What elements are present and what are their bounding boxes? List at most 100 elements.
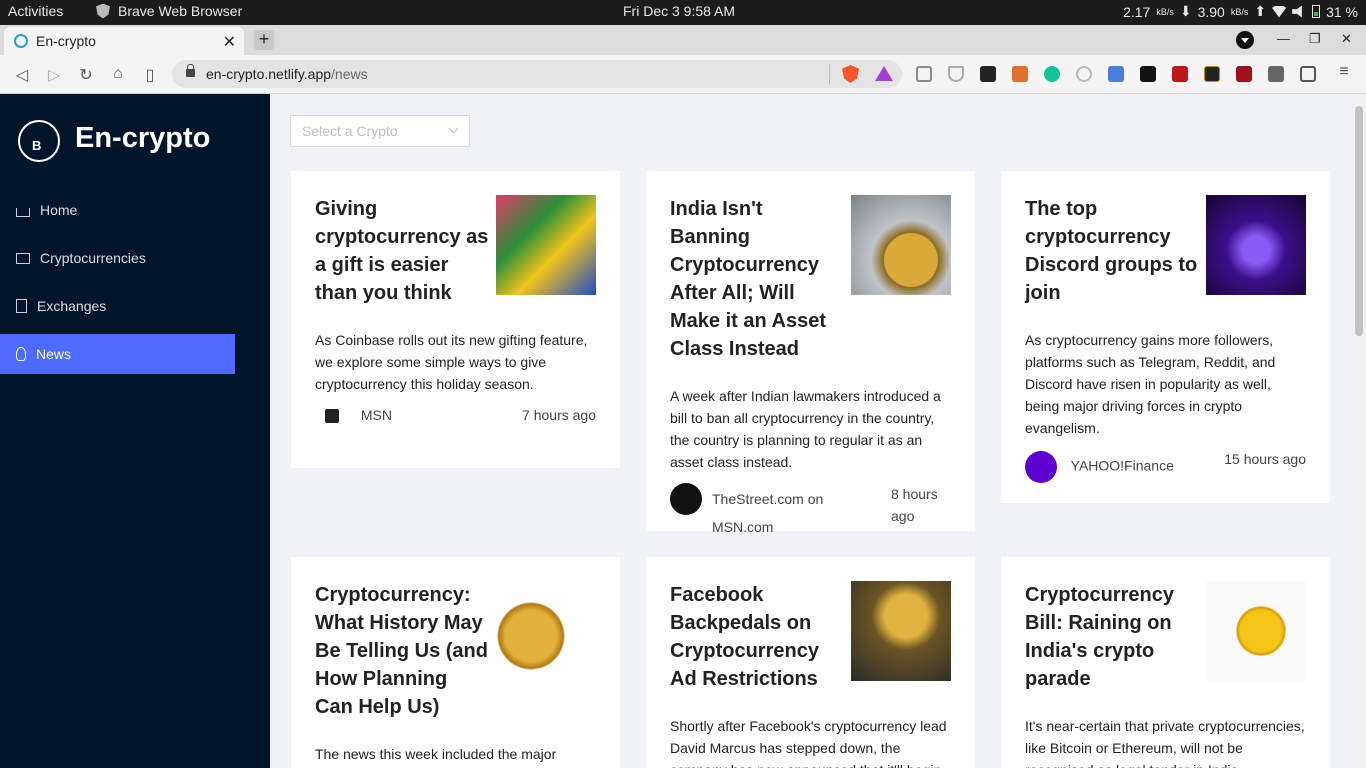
sidebar-item-home[interactable]: Home bbox=[0, 190, 235, 230]
bookmark-icon[interactable]: ▯ bbox=[141, 65, 159, 85]
news-title[interactable]: Cryptocurrency Bill: Raining on India's … bbox=[1025, 581, 1200, 693]
net-up-value: 3.90 bbox=[1197, 3, 1225, 20]
sidebar-item-label: News bbox=[36, 346, 72, 362]
sidebar-item-exchanges[interactable]: Exchanges bbox=[0, 286, 235, 326]
news-description: Shortly after Facebook's cryptocurrency … bbox=[670, 718, 947, 768]
sidebar-item-label: Cryptocurrencies bbox=[40, 250, 146, 266]
tab-title: En-crypto bbox=[36, 33, 96, 49]
extension-red-icon[interactable] bbox=[1172, 66, 1188, 82]
translate-icon[interactable] bbox=[1108, 66, 1124, 82]
url-path: /news bbox=[331, 66, 368, 82]
news-thumbnail bbox=[496, 581, 596, 681]
extension-shield-icon[interactable] bbox=[948, 66, 964, 82]
extension-timer-icon[interactable] bbox=[1076, 66, 1092, 82]
restore-icon[interactable]: ❐ bbox=[1309, 31, 1321, 47]
minimize-icon[interactable]: — bbox=[1277, 31, 1290, 46]
thestreet-logo-icon bbox=[670, 483, 702, 515]
news-thumbnail bbox=[1206, 195, 1306, 295]
url-text[interactable]: en-crypto.netlify.app/news bbox=[206, 66, 368, 82]
sidebar-item-news[interactable]: News bbox=[0, 334, 235, 374]
news-card[interactable]: Cryptocurrency: What History May Be Tell… bbox=[291, 557, 620, 768]
extension-gnu-icon[interactable] bbox=[980, 66, 996, 82]
net-down-unit: kB/s bbox=[1156, 6, 1174, 17]
clock[interactable]: Fri Dec 3 9:58 AM bbox=[623, 3, 735, 19]
lighthouse-icon[interactable] bbox=[1204, 66, 1220, 82]
react-favicon-icon bbox=[14, 34, 28, 48]
extension-1-icon[interactable] bbox=[916, 66, 932, 82]
tab-strip: En-crypto ✕ + — ❐ ✕ bbox=[0, 25, 1366, 55]
brand-logo[interactable]: En-crypto bbox=[18, 120, 210, 162]
menu-icon[interactable]: ≡ bbox=[1335, 63, 1353, 81]
net-down-value: 2.17 bbox=[1123, 3, 1151, 20]
news-card[interactable]: Cryptocurrency Bill: Raining on India's … bbox=[1001, 557, 1330, 768]
crypto-select[interactable]: Select a Crypto bbox=[290, 115, 470, 147]
brave-rewards-icon[interactable] bbox=[875, 66, 893, 81]
sidebar-menu: Home Cryptocurrencies Exchanges News bbox=[0, 190, 235, 382]
news-description: As Coinbase rolls out its new gifting fe… bbox=[315, 332, 588, 392]
extension-palette-icon[interactable] bbox=[1012, 66, 1028, 82]
news-card[interactable]: Facebook Backpedals on Cryptocurrency Ad… bbox=[646, 557, 975, 768]
scrollbar-thumb[interactable] bbox=[1355, 106, 1363, 336]
news-card[interactable]: India Isn't Banning Cryptocurrency After… bbox=[646, 171, 975, 535]
wifi-icon bbox=[1272, 5, 1287, 18]
news-thumbnail bbox=[1206, 581, 1306, 681]
url-separator bbox=[829, 64, 830, 84]
url-host: en-crypto.netlify.app bbox=[206, 66, 332, 82]
extension-tampermonkey-icon[interactable] bbox=[1140, 66, 1156, 82]
news-footer: YAHOO!Finance 15 hours ago bbox=[1025, 451, 1306, 483]
news-title[interactable]: Cryptocurrency: What History May Be Tell… bbox=[315, 581, 490, 721]
back-icon[interactable]: ◁ bbox=[13, 65, 31, 85]
news-title[interactable]: Giving cryptocurrency as a gift is easie… bbox=[315, 195, 490, 307]
news-card[interactable]: Giving cryptocurrency as a gift is easie… bbox=[291, 171, 620, 468]
battery-icon bbox=[1312, 5, 1321, 18]
lock-icon[interactable] bbox=[186, 64, 195, 77]
bulb-icon bbox=[16, 347, 26, 361]
forward-icon[interactable]: ▷ bbox=[45, 65, 63, 85]
news-provider: YAHOO!Finance bbox=[1070, 457, 1174, 474]
os-top-bar: Activities Brave Web Browser Fri Dec 3 9… bbox=[0, 0, 1366, 25]
news-footer: MSN 7 hours ago bbox=[315, 407, 596, 424]
address-bar[interactable]: en-crypto.netlify.app/news bbox=[172, 60, 902, 88]
brave-icon bbox=[96, 3, 110, 19]
news-provider: TheStreet.com on MSN.com bbox=[712, 491, 824, 535]
close-tab-icon[interactable]: ✕ bbox=[223, 32, 236, 52]
news-page: Select a Crypto Giving cryptocurrency as… bbox=[270, 94, 1352, 768]
news-description: The news this week included the major bbox=[315, 746, 557, 762]
tab-search-icon[interactable] bbox=[1236, 31, 1254, 49]
fund-icon bbox=[16, 252, 30, 264]
news-description: It's near-certain that private cryptocur… bbox=[1025, 718, 1305, 768]
reload-icon[interactable]: ↻ bbox=[77, 65, 95, 85]
extensions-puzzle-icon[interactable] bbox=[1268, 66, 1284, 82]
crypto-logo-icon bbox=[18, 120, 60, 162]
page-scrollbar[interactable] bbox=[1352, 94, 1366, 768]
volume-icon bbox=[1292, 5, 1302, 18]
wallet-icon[interactable] bbox=[1300, 66, 1316, 82]
brave-shields-icon[interactable] bbox=[842, 65, 859, 83]
news-provider: MSN bbox=[360, 407, 393, 423]
sidebar-item-cryptocurrencies[interactable]: Cryptocurrencies bbox=[0, 238, 235, 278]
download-arrow-icon: ⬇ bbox=[1179, 3, 1192, 19]
news-card[interactable]: The top cryptocurrency Discord groups to… bbox=[1001, 171, 1330, 503]
news-time: 7 hours ago bbox=[522, 407, 596, 423]
active-app[interactable]: Brave Web Browser bbox=[96, 3, 242, 19]
news-thumbnail bbox=[496, 195, 596, 295]
news-title[interactable]: India Isn't Banning Cryptocurrency After… bbox=[670, 195, 845, 363]
system-tray[interactable]: 2.17 kB/s ⬇ 3.90 kB/s ⬆ 31 % bbox=[1123, 3, 1358, 20]
navigation-bar: ◁ ▷ ↻ ⌂ ▯ en-crypto.netlify.app/news ≡ bbox=[0, 55, 1366, 94]
active-app-name: Brave Web Browser bbox=[118, 3, 243, 19]
tab-en-crypto[interactable]: En-crypto ✕ bbox=[4, 27, 244, 55]
news-title[interactable]: The top cryptocurrency Discord groups to… bbox=[1025, 195, 1200, 307]
yahoo-finance-logo-icon bbox=[1025, 451, 1057, 483]
new-tab-button[interactable]: + bbox=[254, 30, 274, 50]
close-window-icon[interactable]: ✕ bbox=[1341, 31, 1352, 47]
news-thumbnail bbox=[851, 581, 951, 681]
battery-percent: 31 % bbox=[1326, 3, 1358, 20]
activities-button[interactable]: Activities bbox=[8, 3, 63, 19]
grammarly-icon[interactable] bbox=[1044, 66, 1060, 82]
dislike-icon[interactable] bbox=[1236, 66, 1252, 82]
home-icon[interactable]: ⌂ bbox=[109, 65, 127, 83]
news-footer: TheStreet.com on MSN.com 8 hours ago bbox=[670, 483, 938, 541]
news-title[interactable]: Facebook Backpedals on Cryptocurrency Ad… bbox=[670, 581, 845, 693]
chevron-down-icon bbox=[448, 123, 459, 134]
news-time: 15 hours ago bbox=[1224, 451, 1306, 467]
